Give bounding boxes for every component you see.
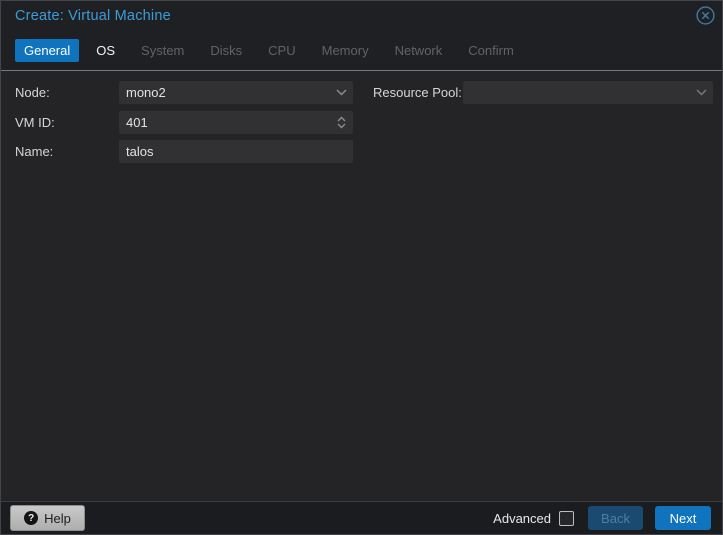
tab-confirm[interactable]: Confirm: [459, 39, 523, 62]
node-combo[interactable]: [119, 81, 353, 104]
advanced-checkbox[interactable]: [559, 511, 574, 526]
tab-general[interactable]: General: [15, 39, 79, 62]
general-form: Node: VM ID: Name:: [1, 72, 722, 501]
create-vm-dialog: Create: Virtual Machine General OS Syste…: [0, 0, 723, 535]
tab-memory[interactable]: Memory: [313, 39, 378, 62]
page-title: Create: Virtual Machine: [15, 8, 171, 24]
resource-pool-combo[interactable]: [463, 81, 713, 104]
tab-network[interactable]: Network: [386, 39, 452, 62]
chevron-down-icon: [336, 89, 347, 96]
resource-pool-label: Resource Pool:: [373, 81, 462, 104]
name-label: Name:: [15, 140, 53, 163]
tab-bar: General OS System Disks CPU Memory Netwo…: [1, 30, 722, 71]
spinner-down-icon[interactable]: [337, 123, 346, 129]
resource-pool-input[interactable]: [463, 81, 713, 104]
advanced-label: Advanced: [493, 511, 551, 526]
help-button[interactable]: ? Help: [10, 505, 85, 531]
tab-os[interactable]: OS: [87, 39, 124, 62]
help-icon: ?: [24, 511, 38, 525]
tab-cpu[interactable]: CPU: [259, 39, 304, 62]
footer-toolbar: ? Help Advanced Back Next: [1, 501, 722, 534]
name-field[interactable]: [119, 140, 353, 163]
vmid-spinner[interactable]: [119, 111, 353, 134]
spinner-up-icon[interactable]: [337, 116, 346, 122]
chevron-down-icon: [696, 89, 707, 96]
name-input[interactable]: [119, 140, 353, 163]
next-button[interactable]: Next: [655, 506, 711, 530]
close-icon: [696, 6, 715, 25]
tab-system[interactable]: System: [132, 39, 193, 62]
back-button[interactable]: Back: [588, 506, 643, 530]
title-bar: Create: Virtual Machine: [1, 1, 722, 30]
help-button-label: Help: [44, 511, 71, 526]
vmid-input[interactable]: [119, 111, 353, 134]
node-input[interactable]: [119, 81, 353, 104]
tab-disks[interactable]: Disks: [201, 39, 251, 62]
vmid-label: VM ID:: [15, 111, 55, 134]
resource-pool-combo-trigger[interactable]: [696, 81, 707, 104]
close-button[interactable]: [695, 5, 715, 25]
node-label: Node:: [15, 81, 50, 104]
vmid-spin-trigger[interactable]: [337, 111, 346, 134]
node-combo-trigger[interactable]: [336, 81, 347, 104]
